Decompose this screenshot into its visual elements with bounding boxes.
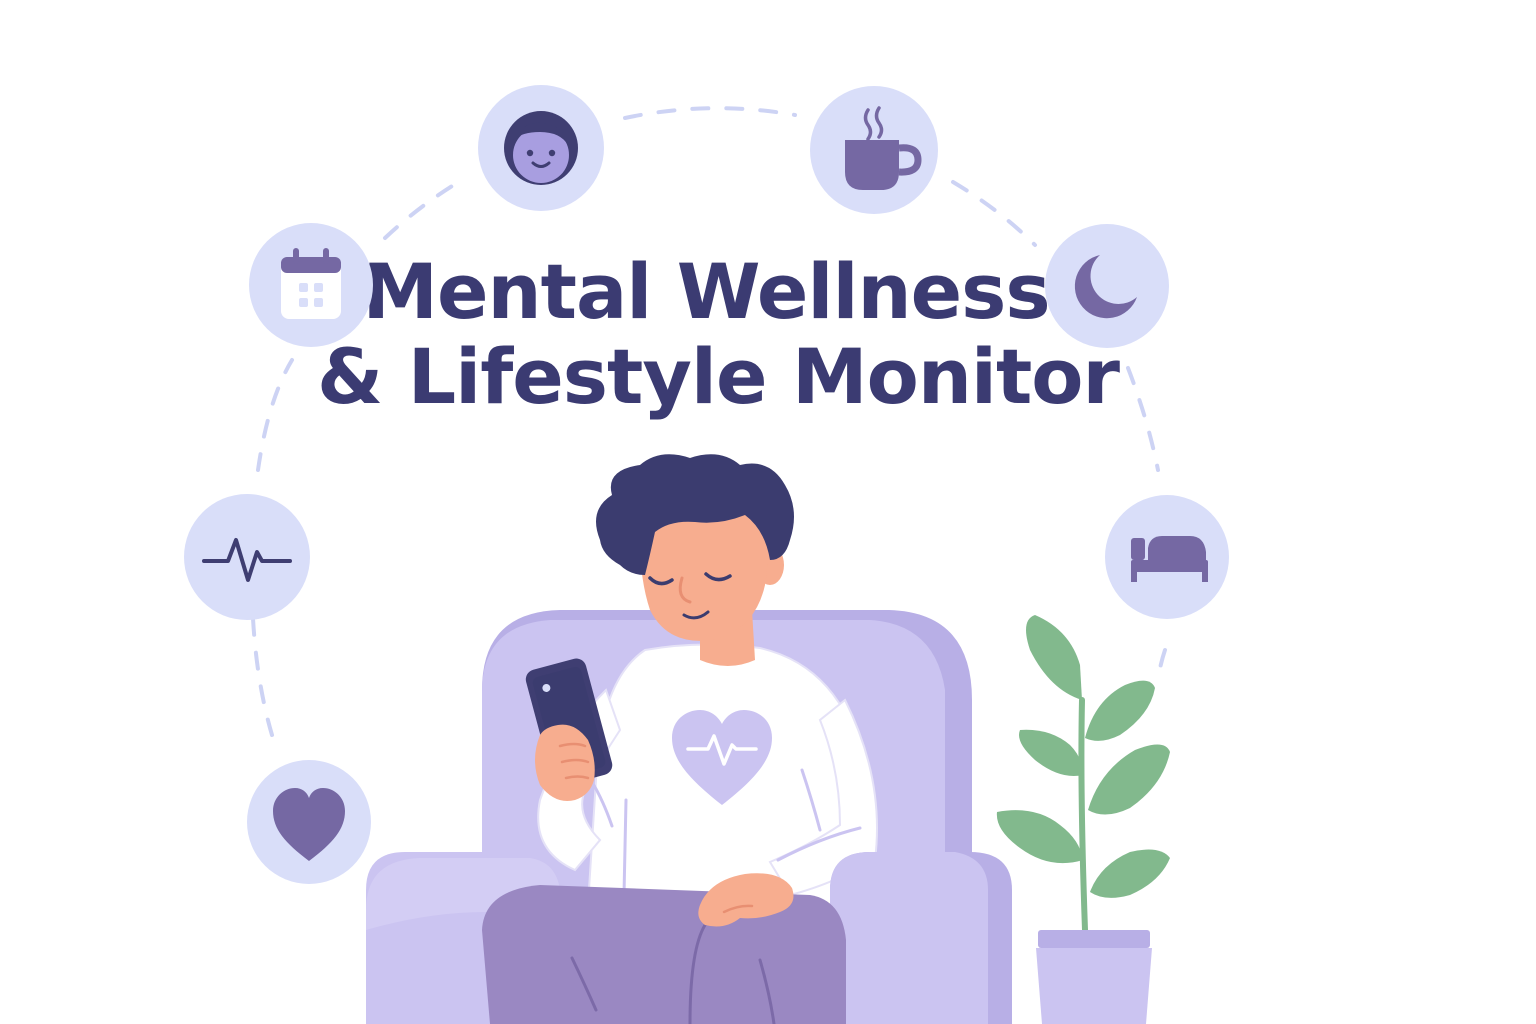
calendar-icon	[249, 223, 373, 347]
heart-icon	[247, 760, 371, 884]
page-title-line-2: & Lifestyle Monitor	[317, 332, 1121, 421]
heartbeat-icon	[184, 494, 310, 620]
coffee-cup-icon	[810, 86, 938, 214]
face-icon	[478, 85, 604, 211]
page-title-line-1: Mental Wellness	[362, 247, 1049, 336]
person-legs	[482, 885, 846, 1024]
potted-plant	[996, 615, 1170, 1024]
illustration-canvas: Mental Wellness & Lifestyle Monitor	[0, 0, 1536, 1024]
wellness-illustration: Mental Wellness & Lifestyle Monitor	[184, 85, 1229, 1024]
bed-icon	[1105, 495, 1229, 619]
moon-icon	[1045, 224, 1169, 348]
